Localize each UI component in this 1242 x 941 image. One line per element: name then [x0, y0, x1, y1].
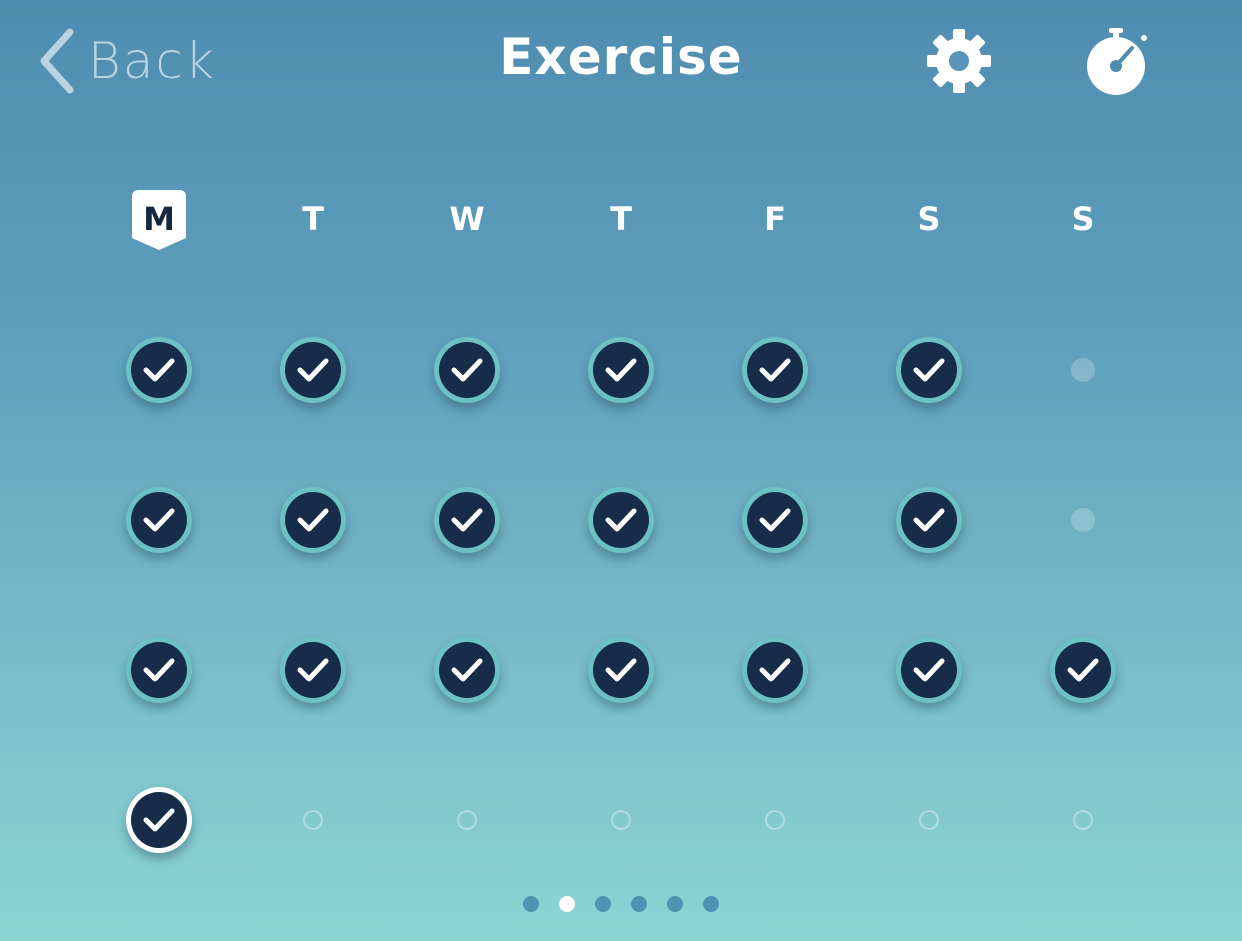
checkmark-icon: [605, 358, 637, 382]
day-cell-today-completed[interactable]: [126, 787, 192, 853]
empty-dot-icon: [1071, 358, 1095, 382]
day-cell-future: [434, 787, 500, 853]
day-cell-future: [742, 787, 808, 853]
day-cell-completed[interactable]: [896, 487, 962, 553]
checkmark-icon: [143, 508, 175, 532]
weekday-letter: S: [917, 200, 941, 238]
empty-dot-icon: [1071, 508, 1095, 532]
day-cell-future: [896, 787, 962, 853]
day-cell-completed[interactable]: [588, 487, 654, 553]
weekday-label: T: [283, 190, 343, 250]
page-dot-active[interactable]: [559, 896, 575, 912]
future-ring-icon: [611, 810, 631, 830]
day-cell-completed[interactable]: [742, 487, 808, 553]
page-dot[interactable]: [523, 896, 539, 912]
stopwatch-icon[interactable]: [1082, 26, 1150, 96]
day-cell-empty[interactable]: [1050, 337, 1116, 403]
day-cell-completed[interactable]: [1050, 637, 1116, 703]
checkmark-icon: [605, 658, 637, 682]
weekday-label: F: [745, 190, 805, 250]
day-cell-future: [588, 787, 654, 853]
day-cell-completed[interactable]: [434, 637, 500, 703]
future-ring-icon: [765, 810, 785, 830]
checkmark-icon: [1067, 658, 1099, 682]
day-cell-completed[interactable]: [280, 487, 346, 553]
day-cell-future: [1050, 787, 1116, 853]
checkmark-icon: [297, 358, 329, 382]
weekday-letter: S: [1071, 200, 1095, 238]
day-cell-empty[interactable]: [1050, 487, 1116, 553]
page-dot[interactable]: [595, 896, 611, 912]
back-button[interactable]: Back: [36, 26, 216, 96]
weekday-letter: M: [143, 200, 175, 238]
future-ring-icon: [919, 810, 939, 830]
checkmark-icon: [451, 508, 483, 532]
back-label: Back: [88, 32, 216, 90]
day-cell-completed[interactable]: [742, 337, 808, 403]
page-dot[interactable]: [631, 896, 647, 912]
page-indicator: [0, 896, 1242, 912]
day-cell-completed[interactable]: [588, 337, 654, 403]
checkmark-icon: [605, 508, 637, 532]
checkmark-icon: [913, 358, 945, 382]
weekday-letter: F: [764, 200, 786, 238]
checkmark-icon: [759, 658, 791, 682]
chevron-left-icon: [40, 28, 74, 94]
page-dot[interactable]: [667, 896, 683, 912]
gear-icon[interactable]: [926, 28, 992, 94]
day-cell-completed[interactable]: [434, 337, 500, 403]
checkmark-icon: [451, 358, 483, 382]
day-cell-completed[interactable]: [742, 637, 808, 703]
page-dot[interactable]: [703, 896, 719, 912]
future-ring-icon: [457, 810, 477, 830]
weekday-label: S: [1053, 190, 1113, 250]
checkmark-icon: [913, 658, 945, 682]
day-cell-completed[interactable]: [588, 637, 654, 703]
day-cell-completed[interactable]: [280, 637, 346, 703]
day-cell-future: [280, 787, 346, 853]
checkmark-icon: [143, 658, 175, 682]
checkmark-icon: [913, 508, 945, 532]
day-cell-completed[interactable]: [126, 337, 192, 403]
weekday-letter: W: [449, 200, 485, 238]
future-ring-icon: [303, 810, 323, 830]
weekday-label: T: [591, 190, 651, 250]
day-cell-completed[interactable]: [126, 487, 192, 553]
checkmark-icon: [451, 658, 483, 682]
day-cell-completed[interactable]: [434, 487, 500, 553]
checkmark-icon: [143, 808, 175, 832]
checkmark-icon: [759, 358, 791, 382]
future-ring-icon: [1073, 810, 1093, 830]
weekday-letter: T: [610, 200, 632, 238]
weekday-letter: T: [302, 200, 324, 238]
day-cell-completed[interactable]: [896, 337, 962, 403]
day-cell-completed[interactable]: [126, 637, 192, 703]
weekday-label: S: [899, 190, 959, 250]
weekday-label: M: [129, 190, 189, 250]
checkmark-icon: [143, 358, 175, 382]
checkmark-icon: [759, 508, 791, 532]
checkmark-icon: [297, 658, 329, 682]
checkmark-icon: [297, 508, 329, 532]
weekday-label: W: [437, 190, 497, 250]
day-cell-completed[interactable]: [280, 337, 346, 403]
day-cell-completed[interactable]: [896, 637, 962, 703]
